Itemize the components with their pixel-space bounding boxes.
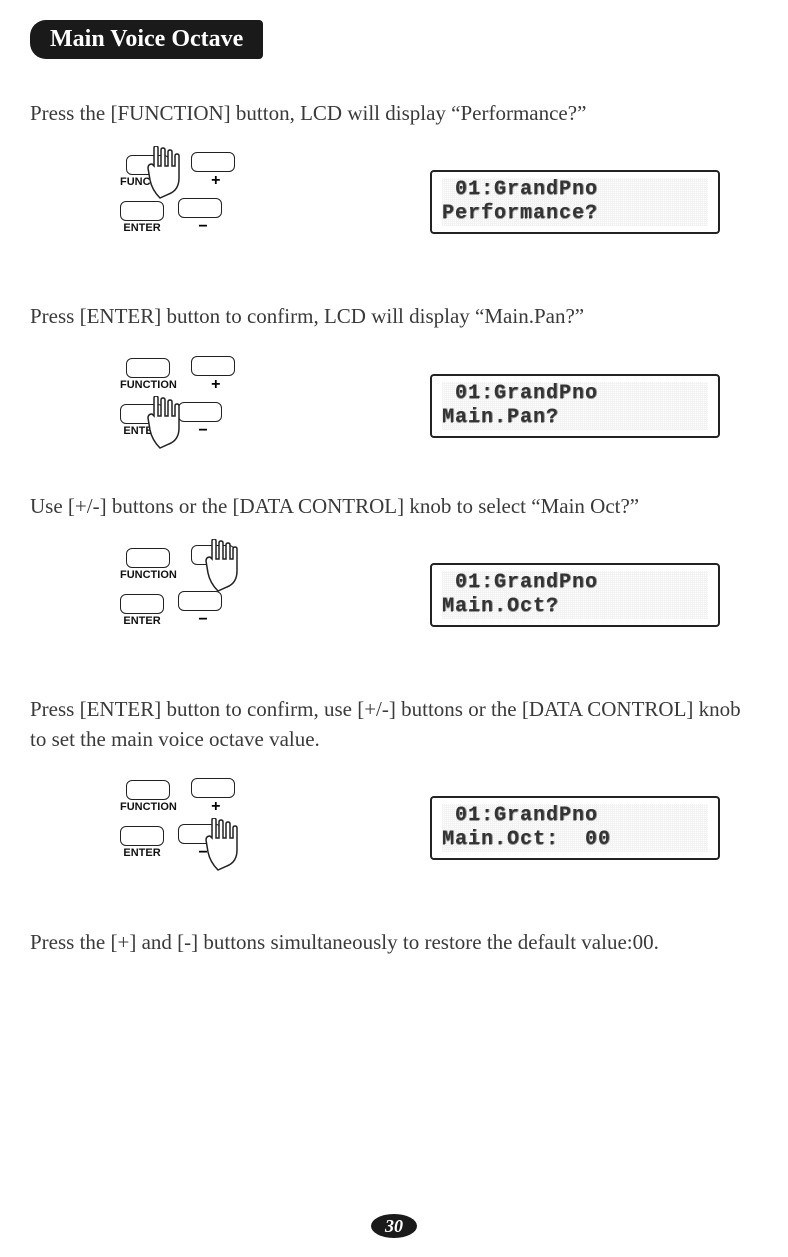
plus-sign: + (211, 798, 220, 816)
lcd-line2: Performance? (442, 202, 708, 226)
function-label: FUNCTION (120, 379, 177, 391)
button-panel-2: FUNCTION + ENTER − (120, 356, 270, 456)
step2-row: FUNCTION + ENTER − 01:GrandPno Main.Pan? (30, 356, 758, 456)
plus-sign: + (211, 376, 220, 394)
plus-button[interactable] (191, 778, 235, 798)
minus-sign: − (198, 218, 207, 236)
button-panel-4: FUNCTION + ENTER − (120, 778, 270, 878)
minus-button[interactable] (178, 198, 222, 218)
function-button[interactable] (126, 780, 170, 800)
enter-label: ENTER (123, 615, 160, 627)
step3-text: Use [+/-] buttons or the [DATA CONTROL] … (30, 492, 758, 521)
lcd-display-3: 01:GrandPno Main.Oct? (430, 563, 720, 627)
plus-sign: + (211, 565, 220, 583)
lcd-line1: 01:GrandPno (442, 382, 708, 406)
step4-row: FUNCTION + ENTER − 01:GrandPno Main.Oct:… (30, 778, 758, 878)
minus-sign: − (198, 611, 207, 629)
page-number-value: 30 (371, 1214, 417, 1238)
function-button[interactable] (126, 155, 170, 175)
lcd-display-4: 01:GrandPno Main.Oct: 00 (430, 796, 720, 860)
page-number: 30 (371, 1216, 417, 1237)
function-label: FUNCTION (120, 801, 177, 813)
minus-sign: − (198, 422, 207, 440)
step1-row: FUNCTION + ENTER − 01:GrandPno Performan… (30, 152, 758, 252)
function-label: FUNCTION (120, 569, 177, 581)
lcd-line2: Main.Pan? (442, 406, 708, 430)
plus-button[interactable] (191, 545, 235, 565)
step5-text: Press the [+] and [-] buttons simultaneo… (30, 928, 758, 957)
plus-button[interactable] (191, 152, 235, 172)
minus-button[interactable] (178, 402, 222, 422)
plus-sign: + (211, 172, 220, 190)
step1-text: Press the [FUNCTION] button, LCD will di… (30, 99, 758, 128)
plus-button[interactable] (191, 356, 235, 376)
enter-button[interactable] (120, 826, 164, 846)
enter-button[interactable] (120, 404, 164, 424)
enter-label: ENTER (123, 847, 160, 859)
section-title: Main Voice Octave (30, 20, 263, 59)
button-panel-3: FUNCTION + ENTER − (120, 545, 270, 645)
function-label: FUNCTION (120, 176, 177, 188)
function-button[interactable] (126, 548, 170, 568)
lcd-line2: Main.Oct: 00 (442, 828, 708, 852)
lcd-line1: 01:GrandPno (442, 178, 708, 202)
enter-button[interactable] (120, 201, 164, 221)
minus-button[interactable] (178, 824, 222, 844)
step4-text: Press [ENTER] button to confirm, use [+/… (30, 695, 758, 754)
step2-text: Press [ENTER] button to confirm, LCD wil… (30, 302, 758, 331)
lcd-line1: 01:GrandPno (442, 804, 708, 828)
lcd-display-2: 01:GrandPno Main.Pan? (430, 374, 720, 438)
minus-sign: − (198, 844, 207, 862)
lcd-line1: 01:GrandPno (442, 571, 708, 595)
enter-button[interactable] (120, 594, 164, 614)
button-panel-1: FUNCTION + ENTER − (120, 152, 270, 252)
lcd-display-1: 01:GrandPno Performance? (430, 170, 720, 234)
minus-button[interactable] (178, 591, 222, 611)
enter-label: ENTER (123, 425, 160, 437)
step3-row: FUNCTION + ENTER − 01:GrandPno Main.Oct? (30, 545, 758, 645)
lcd-line2: Main.Oct? (442, 595, 708, 619)
function-button[interactable] (126, 358, 170, 378)
enter-label: ENTER (123, 222, 160, 234)
